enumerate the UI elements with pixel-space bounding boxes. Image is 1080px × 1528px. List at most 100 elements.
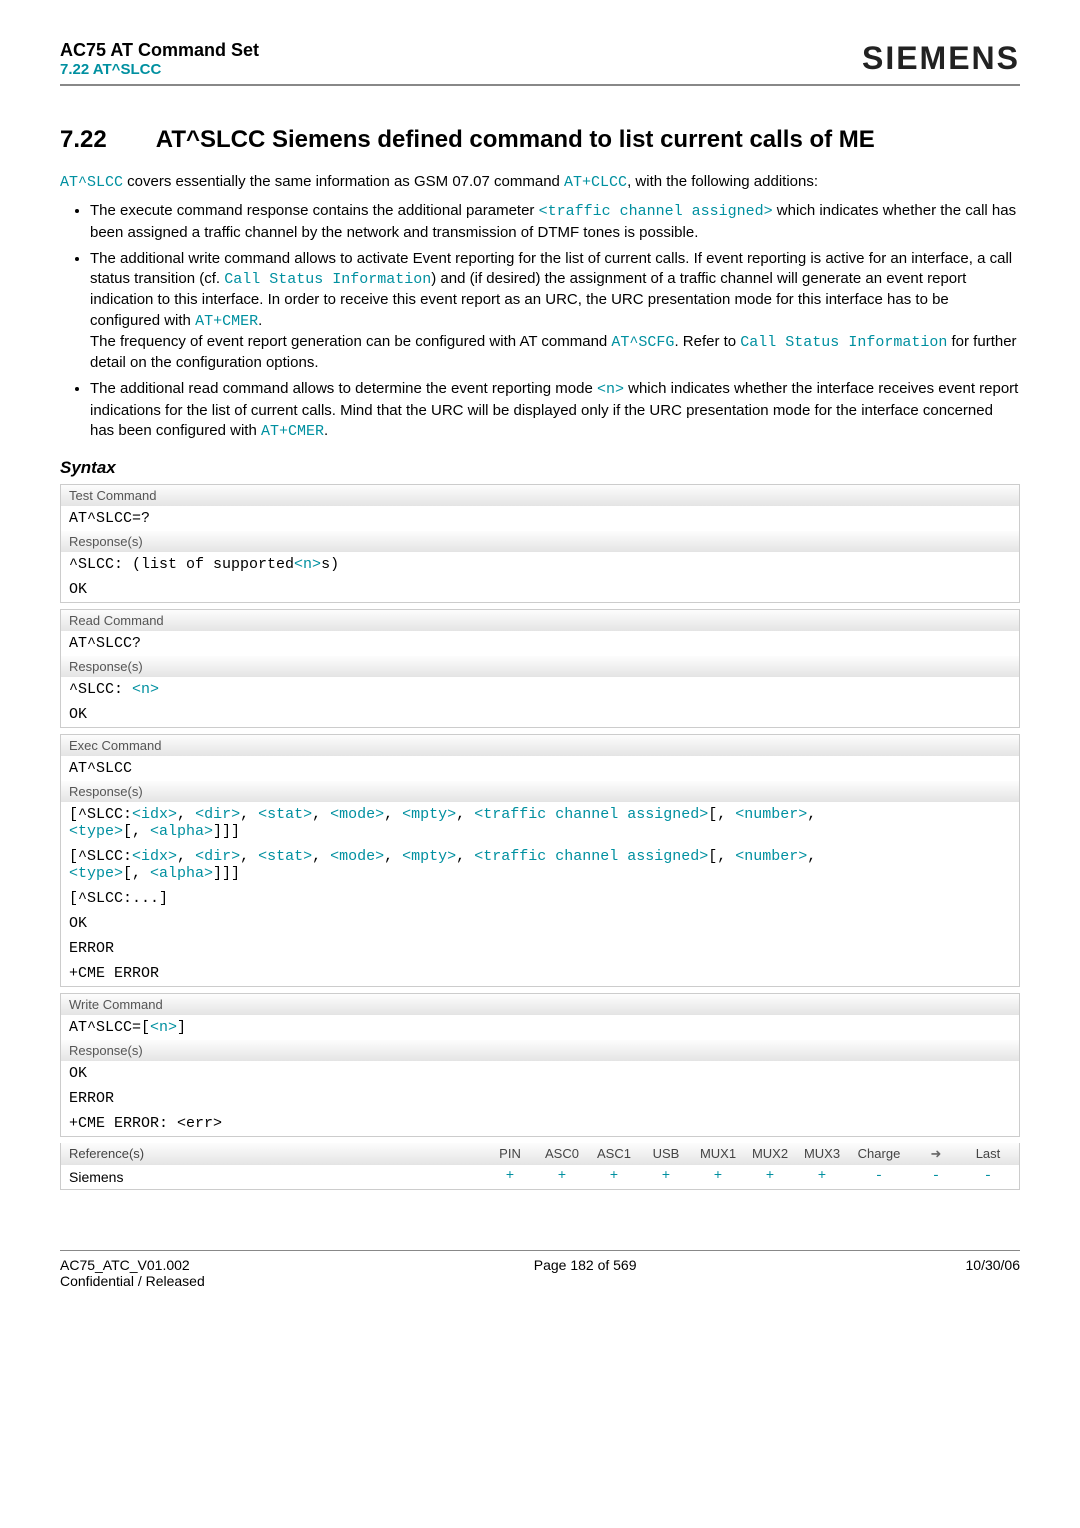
param-link[interactable]: <type> xyxy=(69,823,123,840)
param-link[interactable]: <traffic channel assigned> xyxy=(474,848,708,865)
sep: , xyxy=(456,848,474,865)
param-link[interactable]: <dir> xyxy=(195,806,240,823)
code: ^SLCC: xyxy=(69,681,132,698)
exec-response-line-3: [^SLCC:...] xyxy=(61,886,1019,911)
bracket: ]]] xyxy=(213,823,240,840)
sep: , xyxy=(384,806,402,823)
exec-response-line-2: [^SLCC:<idx>, <dir>, <stat>, <mode>, <mp… xyxy=(61,844,1019,886)
param-link[interactable]: <mode> xyxy=(330,848,384,865)
code: ^SLCC: xyxy=(78,890,132,907)
param-link[interactable]: <n> xyxy=(294,556,321,573)
sep: , xyxy=(807,848,816,865)
footer-version: AC75_ATC_V01.002 xyxy=(60,1257,205,1273)
code: ERROR xyxy=(69,1090,114,1107)
text: (list of supported xyxy=(132,556,294,573)
param-link[interactable]: <stat> xyxy=(258,806,312,823)
bracket: [ xyxy=(69,806,78,823)
write-command-block: Write Command AT^SLCC=[<n>] Response(s) … xyxy=(60,993,1020,1137)
val: - xyxy=(851,1168,907,1186)
code: OK xyxy=(69,1065,87,1082)
val: + xyxy=(487,1168,533,1186)
param-link[interactable]: <traffic channel assigned> xyxy=(539,203,773,220)
param-link[interactable]: <number> xyxy=(735,848,807,865)
col-last: Last xyxy=(965,1146,1011,1162)
col-mux2: MUX2 xyxy=(747,1146,793,1162)
param-link[interactable]: <number> xyxy=(735,806,807,823)
page-header: AC75 AT Command Set 7.22 AT^SLCC SIEMENS xyxy=(60,40,1020,86)
text: ...] xyxy=(132,890,168,907)
sep: , xyxy=(177,848,195,865)
param-link[interactable]: <idx> xyxy=(132,848,177,865)
cmd-link[interactable]: AT^SCFG xyxy=(611,334,674,351)
exec-command-code: AT^SLCC xyxy=(61,756,1019,781)
bracket: ]]] xyxy=(213,865,240,882)
param-link[interactable]: <stat> xyxy=(258,848,312,865)
read-response-line: ^SLCC: <n> xyxy=(61,677,1019,702)
col-asc0: ASC0 xyxy=(539,1146,585,1162)
val: - xyxy=(965,1168,1011,1186)
error-line: ERROR xyxy=(61,936,1019,961)
code: OK xyxy=(69,581,87,598)
code: AT^SLCC=[ xyxy=(69,1019,150,1036)
param-link[interactable]: <mpty> xyxy=(402,806,456,823)
references-label: Reference(s) xyxy=(61,1143,487,1165)
error-line: ERROR xyxy=(61,1086,1019,1111)
intro-text-1: covers essentially the same information … xyxy=(123,173,564,190)
page-footer: AC75_ATC_V01.002 Confidential / Released… xyxy=(60,1250,1020,1289)
code: +CME ERROR xyxy=(69,965,159,982)
code: ^SLCC: xyxy=(78,806,132,823)
reference-data-row: Siemens + + + + + + + - - - xyxy=(61,1165,1019,1189)
exec-command-band: Exec Command xyxy=(61,735,1019,756)
param-link[interactable]: <mode> xyxy=(330,806,384,823)
col-mux1: MUX1 xyxy=(695,1146,741,1162)
cmd-link[interactable]: AT+CLCC xyxy=(564,174,627,191)
param-link[interactable]: <dir> xyxy=(195,848,240,865)
cmd-link[interactable]: AT^SLCC xyxy=(60,174,123,191)
col-pin: PIN xyxy=(487,1146,533,1162)
ok-line: OK xyxy=(61,911,1019,936)
ok-line: OK xyxy=(61,1061,1019,1086)
param-link[interactable]: <mpty> xyxy=(402,848,456,865)
reference-values: + + + + + + + - - - xyxy=(487,1165,1019,1189)
response-band: Response(s) xyxy=(61,656,1019,677)
param-link[interactable]: <traffic channel assigned> xyxy=(474,806,708,823)
param-link[interactable]: <n> xyxy=(597,381,624,398)
exec-command-block: Exec Command AT^SLCC Response(s) [^SLCC:… xyxy=(60,734,1020,987)
param-link[interactable]: <alpha> xyxy=(150,865,213,882)
param-link[interactable]: <n> xyxy=(132,681,159,698)
footer-left: AC75_ATC_V01.002 Confidential / Released xyxy=(60,1257,205,1289)
sep: , xyxy=(312,848,330,865)
read-command-code: AT^SLCC? xyxy=(61,631,1019,656)
code: AT^SLCC? xyxy=(69,635,141,652)
write-command-band: Write Command xyxy=(61,994,1019,1015)
code: ] xyxy=(177,1019,186,1036)
sep: , xyxy=(177,806,195,823)
ok-line: OK xyxy=(61,577,1019,602)
val: + xyxy=(695,1168,741,1186)
reference-header-row: Reference(s) PIN ASC0 ASC1 USB MUX1 MUX2… xyxy=(61,1143,1019,1165)
text: The additional read command allows to de… xyxy=(90,380,597,397)
read-command-band: Read Command xyxy=(61,610,1019,631)
section-heading: 7.22 AT^SLCC Siemens defined command to … xyxy=(60,126,1020,154)
intro-text-2: , with the following additions: xyxy=(627,173,818,190)
ref-link[interactable]: Call Status Information xyxy=(224,271,431,288)
test-command-code: AT^SLCC=? xyxy=(61,506,1019,531)
param-link[interactable]: <type> xyxy=(69,865,123,882)
brand-logo: SIEMENS xyxy=(862,40,1020,77)
code: OK xyxy=(69,915,87,932)
param-link[interactable]: <idx> xyxy=(132,806,177,823)
response-band: Response(s) xyxy=(61,1040,1019,1061)
footer-date: 10/30/06 xyxy=(966,1257,1021,1289)
val: + xyxy=(643,1168,689,1186)
text: . xyxy=(324,422,328,439)
cmd-link[interactable]: AT+CMER xyxy=(195,313,258,330)
sep: , xyxy=(384,848,402,865)
cme-line: +CME ERROR xyxy=(61,961,1019,986)
param-link[interactable]: <n> xyxy=(150,1019,177,1036)
cmd-link[interactable]: AT+CMER xyxy=(261,423,324,440)
sep: , xyxy=(240,806,258,823)
col-asc1: ASC1 xyxy=(591,1146,637,1162)
col-mux3: MUX3 xyxy=(799,1146,845,1162)
param-link[interactable]: <alpha> xyxy=(150,823,213,840)
ref-link[interactable]: Call Status Information xyxy=(740,334,947,351)
